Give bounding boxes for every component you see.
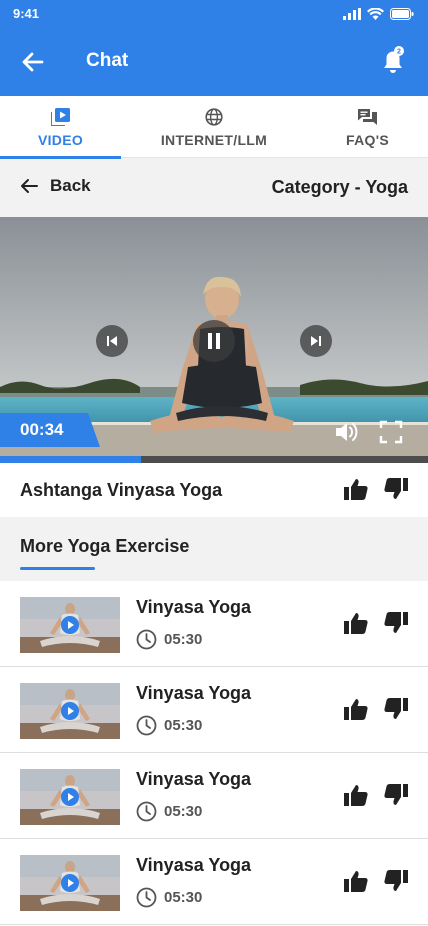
status-time: 9:41 — [13, 6, 40, 21]
play-icon — [61, 702, 79, 720]
video-title-row: Ashtanga Vinyasa Yoga — [0, 463, 428, 517]
next-button[interactable] — [300, 325, 332, 357]
tab-internet-llm-label: INTERNET/LLM — [160, 132, 268, 148]
video-item-title: Vinyasa Yoga — [136, 855, 252, 875]
fullscreen-icon[interactable] — [379, 420, 403, 444]
thumbs-up-icon[interactable] — [344, 478, 368, 500]
thumbs-down-icon[interactable] — [384, 784, 408, 806]
tab-bar: VIDEO INTERNET/LLM FAQ'S — [0, 96, 428, 159]
play-icon — [61, 616, 79, 634]
play-icon — [61, 874, 79, 892]
video-item-title: Vinyasa Yoga — [136, 769, 252, 789]
video-thumbnail[interactable] — [20, 855, 120, 911]
volume-icon[interactable] — [334, 420, 360, 444]
sub-header: Back Category - Yoga — [0, 159, 428, 217]
video-item-duration: 05:30 — [136, 715, 202, 736]
back-button[interactable]: Back — [20, 176, 91, 196]
rating-buttons — [344, 784, 408, 806]
status-bar: 9:41 — [0, 0, 428, 30]
previous-button[interactable] — [96, 325, 128, 357]
notification-bell-icon[interactable]: 2 — [380, 45, 406, 75]
skip-next-icon — [311, 336, 321, 346]
rating-buttons — [344, 478, 408, 500]
app-header: 9:41 Chat 2 — [0, 0, 428, 96]
tab-faqs[interactable]: FAQ'S — [307, 96, 428, 158]
clock-icon — [136, 887, 157, 908]
tab-faqs-label: FAQ'S — [346, 132, 389, 148]
tab-internet-llm[interactable]: INTERNET/LLM — [121, 96, 307, 158]
video-thumbnail[interactable] — [20, 597, 120, 653]
video-library-icon — [51, 108, 70, 126]
progress-bar-fill — [0, 456, 142, 463]
video-item-duration: 05:30 — [136, 887, 202, 908]
section-title: More Yoga Exercise — [20, 536, 190, 556]
rating-buttons — [344, 698, 408, 720]
video-item-title: Vinyasa Yoga — [136, 683, 252, 703]
video-thumbnail[interactable] — [20, 683, 120, 739]
video-title: Ashtanga Vinyasa Yoga — [20, 480, 223, 500]
video-player[interactable]: 00:34 — [0, 217, 428, 463]
skip-previous-icon — [107, 336, 117, 346]
video-item-duration: 05:30 — [136, 629, 202, 650]
video-thumbnail[interactable] — [20, 769, 120, 825]
video-item-duration-text: 05:30 — [164, 889, 203, 906]
battery-icon — [390, 8, 414, 20]
clock-icon — [136, 629, 157, 650]
notification-count: 2 — [397, 49, 401, 56]
video-item-title: Vinyasa Yoga — [136, 597, 252, 617]
rating-buttons — [344, 870, 408, 892]
clock-icon — [136, 801, 157, 822]
section-title-underline — [20, 567, 95, 570]
more-videos-section-header: More Yoga Exercise — [0, 517, 428, 581]
app-title: Chat — [86, 50, 129, 71]
wifi-icon — [367, 8, 384, 20]
thumbs-down-icon[interactable] — [384, 870, 408, 892]
video-item-duration: 05:30 — [136, 801, 202, 822]
thumbs-down-icon[interactable] — [384, 478, 408, 500]
elapsed-time-badge: 00:34 — [0, 413, 100, 447]
thumbs-down-icon[interactable] — [384, 698, 408, 720]
list-item[interactable]: Vinyasa Yoga 05:30 — [0, 667, 428, 753]
video-item-duration-text: 05:30 — [164, 717, 203, 734]
video-item-duration-text: 05:30 — [164, 803, 203, 820]
pause-icon — [208, 333, 220, 349]
rating-buttons — [344, 612, 408, 634]
globe-icon — [205, 108, 223, 126]
video-list: Vinyasa Yoga 05:30 Vinyasa Yoga 05:30 Vi… — [0, 581, 428, 925]
tab-video[interactable]: VIDEO — [0, 96, 121, 159]
category-title: Category - Yoga — [271, 177, 408, 197]
play-icon — [61, 788, 79, 806]
progress-bar[interactable] — [0, 456, 428, 463]
thumbs-up-icon[interactable] — [344, 870, 368, 892]
tab-video-label: VIDEO — [37, 132, 84, 148]
back-button-label: Back — [50, 176, 91, 195]
list-item[interactable]: Vinyasa Yoga 05:30 — [0, 581, 428, 667]
play-pause-button[interactable] — [193, 320, 235, 362]
back-arrow-icon[interactable] — [20, 49, 46, 75]
list-item[interactable]: Vinyasa Yoga 05:30 — [0, 753, 428, 839]
signal-icon — [343, 8, 361, 20]
thumbs-down-icon[interactable] — [384, 612, 408, 634]
thumbs-up-icon[interactable] — [344, 612, 368, 634]
chat-bubbles-icon — [358, 109, 377, 125]
thumbs-up-icon[interactable] — [344, 784, 368, 806]
thumbs-up-icon[interactable] — [344, 698, 368, 720]
status-icons — [343, 8, 414, 20]
back-arrow-icon — [21, 179, 38, 193]
video-item-duration-text: 05:30 — [164, 631, 203, 648]
clock-icon — [136, 715, 157, 736]
list-item[interactable]: Vinyasa Yoga 05:30 — [0, 839, 428, 925]
